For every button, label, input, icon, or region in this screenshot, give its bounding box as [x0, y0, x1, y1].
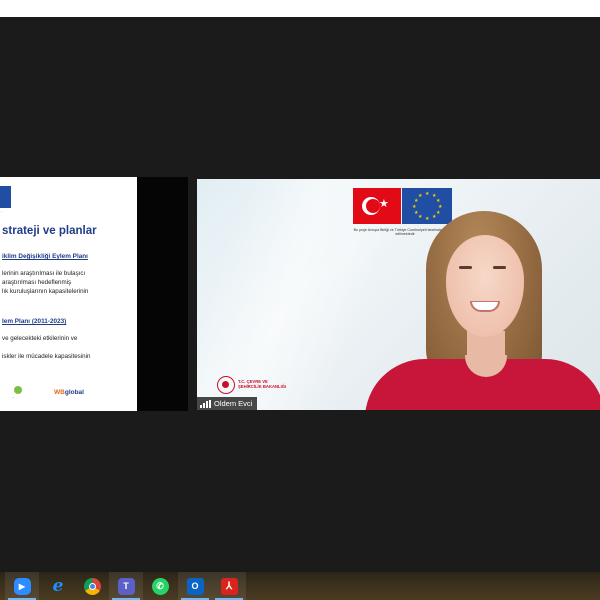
slide-title: strateji ve planlar	[2, 225, 97, 237]
shared-slide-tile[interactable]: ... strateji ve planlar iklim Değişikliğ…	[0, 177, 137, 411]
taskbar-whatsapp[interactable]: ✆	[143, 572, 177, 600]
empty-video-strip	[137, 177, 188, 411]
participant-video-feed	[357, 209, 600, 410]
slide-line-3: lık kuruluşlarının kapasitelerinin	[2, 288, 89, 295]
taskbar-zoom[interactable]: ▶	[5, 572, 39, 600]
participant-video-tile[interactable]: ★ ★ ★ ★ ★ ★ ★ ★ ★ ★ ★ ★ ★ Bu proje Avrup…	[197, 179, 600, 410]
participant-name: Oldem Evci	[214, 399, 253, 408]
teams-icon: T	[117, 577, 135, 595]
taskbar-chrome[interactable]	[75, 572, 109, 600]
zoom-icon: ▶	[13, 577, 31, 595]
taskbar-outlook[interactable]: O	[178, 572, 212, 600]
signal-strength-icon	[200, 399, 211, 408]
slide-heading-1: iklim Değişikliği Eylem Planı	[2, 253, 88, 260]
taskbar-acrobat[interactable]: ⅄	[212, 572, 246, 600]
participant-name-label: Oldem Evci	[197, 397, 258, 410]
slide-line-2: araştırılması hedeflenmiş	[2, 279, 72, 286]
windows-taskbar: ▶ e T ✆ O ⅄	[0, 572, 600, 600]
ministry-seal-icon	[217, 376, 235, 394]
green-logo-icon: ...	[12, 386, 24, 400]
internet-explorer-icon: e	[52, 576, 64, 596]
whatsapp-icon: ✆	[151, 577, 169, 595]
slide-line-4: ve gelecekteki etkilerinin ve	[2, 335, 78, 342]
taskbar-internet-explorer[interactable]: e	[41, 572, 75, 600]
acrobat-icon: ⅄	[220, 577, 238, 595]
eu-caption: ...	[0, 209, 3, 213]
window-top-bar	[0, 0, 600, 17]
chrome-icon	[83, 577, 101, 595]
slide-heading-2: lem Planı (2011-2023)	[2, 318, 67, 325]
slide-line-1: lerinin araştırılması ile bulaşıcı	[2, 270, 86, 277]
eu-flag-icon	[0, 186, 11, 208]
ministry-logo: T.C. ÇEVRE VE ŞEHİRCİLİK BAKANLIĞI	[217, 376, 297, 396]
slide-line-5: iskler ile mücadele kapasitesinin	[2, 353, 91, 360]
wbglobal-logo: WBglobal	[54, 389, 84, 396]
outlook-icon: O	[186, 577, 204, 595]
taskbar-teams[interactable]: T	[109, 572, 143, 600]
